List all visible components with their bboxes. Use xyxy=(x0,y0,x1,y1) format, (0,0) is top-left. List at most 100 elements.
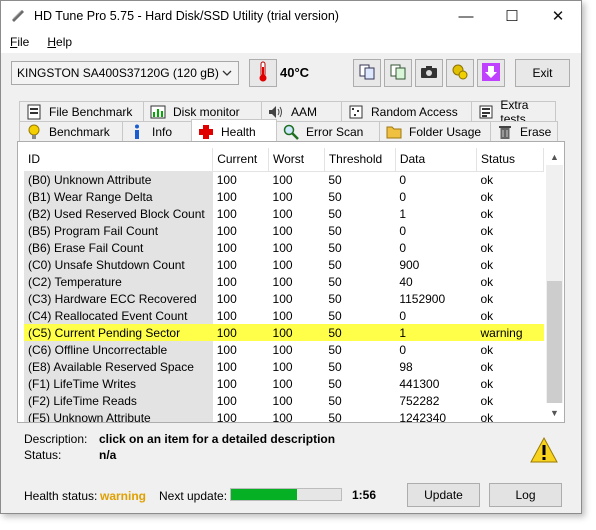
tab-file-benchmark[interactable]: File Benchmark xyxy=(19,101,144,121)
column-header-data[interactable]: Data xyxy=(395,148,478,172)
table-row[interactable]: (B6) Erase Fail Count 100 100 50 0 ok xyxy=(24,239,544,256)
table-row[interactable]: (C6) Offline Uncorrectable 100 100 50 0 ok xyxy=(24,341,544,358)
next-update-progress-fill xyxy=(231,489,297,500)
cell-worst: 100 xyxy=(272,410,293,423)
menu-file[interactable]: File xyxy=(1,35,38,49)
cell-threshold: 50 xyxy=(328,393,342,408)
temperature-readout: 40°C xyxy=(280,65,310,80)
column-header-status[interactable]: Status xyxy=(476,148,544,172)
cell-threshold: 50 xyxy=(328,308,342,323)
cell-threshold: 50 xyxy=(328,359,342,374)
tab-info[interactable]: Info xyxy=(122,121,192,141)
cell-current: 100 xyxy=(216,308,237,323)
cell-current: 100 xyxy=(216,376,237,391)
column-header-id[interactable]: ID xyxy=(24,148,214,172)
cell-current: 100 xyxy=(216,359,237,374)
cell-data: 1 xyxy=(395,324,477,341)
tab-health[interactable]: Health xyxy=(191,119,277,143)
cell-status: ok xyxy=(480,274,494,289)
minimize-button[interactable]: — xyxy=(443,1,489,31)
tab-extra-tests[interactable]: Extra tests xyxy=(471,98,556,126)
cell-worst: 100 xyxy=(272,359,293,374)
cell-id: (C6) Offline Uncorrectable xyxy=(24,341,213,358)
menu-help[interactable]: Help xyxy=(38,35,81,49)
tab-benchmark[interactable]: Benchmark xyxy=(19,121,123,141)
log-button[interactable]: Log xyxy=(489,483,562,507)
cell-data: 441300 xyxy=(399,376,440,391)
scroll-up-arrow-icon[interactable]: ▲ xyxy=(546,148,563,165)
chevron-down-icon xyxy=(222,67,232,81)
temperature-button[interactable] xyxy=(249,59,277,87)
cell-threshold: 50 xyxy=(328,274,342,289)
thermometer-icon xyxy=(256,61,270,86)
table-row[interactable]: (F2) LifeTime Reads 100 100 50 752282 ok xyxy=(24,392,544,409)
tab-error-scan[interactable]: Error Scan xyxy=(276,121,380,141)
update-button[interactable]: Update xyxy=(407,483,480,507)
cell-data: 0 xyxy=(399,308,407,323)
table-row[interactable]: (B5) Program Fail Count 100 100 50 0 ok xyxy=(24,222,544,239)
table-row[interactable]: (C3) Hardware ECC Recovered 100 100 50 11529… xyxy=(24,290,544,307)
cell-current: 100 xyxy=(216,172,237,187)
table-row[interactable]: (B1) Wear Range Delta 100 100 50 0 ok xyxy=(24,188,544,205)
options-button[interactable] xyxy=(446,59,474,87)
cell-status: ok xyxy=(480,189,494,204)
tab-file-benchmark-label: File Benchmark xyxy=(49,104,133,119)
table-row[interactable]: (F5) Unknown Attribute 100 100 50 1242340 ok xyxy=(24,409,544,423)
speaker-icon xyxy=(268,104,284,120)
cell-threshold: 50 xyxy=(328,291,342,306)
drive-select[interactable]: KINGSTON SA400S37120G (120 gB) xyxy=(11,61,239,85)
cell-status: ok xyxy=(480,223,494,238)
cell-status: ok xyxy=(480,410,494,423)
cell-data: 900 xyxy=(399,257,420,272)
tab-disk-monitor[interactable]: Disk monitor xyxy=(143,101,262,121)
cell-threshold: 50 xyxy=(328,172,342,187)
cell-current: 100 xyxy=(216,240,237,255)
camera-icon xyxy=(420,64,438,83)
table-row[interactable]: (C4) Reallocated Event Count 100 100 50 0 ok xyxy=(24,307,544,324)
cell-data: 0 xyxy=(399,342,407,357)
copy-all-button[interactable] xyxy=(384,59,412,87)
cell-status: ok xyxy=(480,393,494,408)
copy-info-button[interactable] xyxy=(353,59,381,87)
tab-folder-usage[interactable]: Folder Usage xyxy=(379,121,491,141)
smart-attributes-panel: ID Current Worst Threshold Data Status (… xyxy=(17,141,565,423)
tab-erase[interactable]: Erase xyxy=(490,121,558,141)
maximize-icon: ☐ xyxy=(505,8,519,25)
table-header-row: ID Current Worst Threshold Data Status xyxy=(24,148,544,172)
table-row[interactable]: (C0) Unsafe Shutdown Count 100 100 50 900 ok xyxy=(24,256,544,273)
table-row[interactable]: (B0) Unknown Attribute 100 100 50 0 ok xyxy=(24,171,544,188)
description-label: Description: xyxy=(24,432,88,446)
cell-status: ok xyxy=(480,206,494,221)
scroll-down-arrow-icon[interactable]: ▼ xyxy=(546,404,563,421)
scrollbar-thumb[interactable] xyxy=(547,281,562,403)
cell-id: (C3) Hardware ECC Recovered xyxy=(24,290,213,307)
tab-random-access[interactable]: Random Access xyxy=(341,101,472,121)
table-row[interactable]: (C2) Temperature 100 100 50 40 ok xyxy=(24,273,544,290)
screenshot-button[interactable] xyxy=(415,59,443,87)
cell-data: 0 xyxy=(399,189,407,204)
column-header-current[interactable]: Current xyxy=(212,148,270,172)
close-button[interactable]: ✕ xyxy=(535,1,581,31)
exit-button[interactable]: Exit xyxy=(515,59,570,87)
table-row[interactable]: (F1) LifeTime Writes 100 100 50 441300 ok xyxy=(24,375,544,392)
table-row[interactable]: (B2) Used Reserved Block Count 100 100 50 1 o… xyxy=(24,205,544,222)
cell-data: 1242340 xyxy=(399,410,447,423)
table-row[interactable]: (E8) Available Reserved Space 100 100 50 98 o… xyxy=(24,358,544,375)
tabs-top-row: File Benchmark Disk monitor AAM Random A… xyxy=(19,98,556,126)
title-bar[interactable]: HD Tune Pro 5.75 - Hard Disk/SSD Utility… xyxy=(1,1,581,31)
column-header-threshold[interactable]: Threshold xyxy=(324,148,396,172)
smart-table: ID Current Worst Threshold Data Status (… xyxy=(24,148,544,423)
cell-worst: 100 xyxy=(268,324,325,341)
exit-button-label: Exit xyxy=(532,66,553,80)
cell-id: (F2) LifeTime Reads xyxy=(24,392,213,409)
cell-worst: 100 xyxy=(272,206,293,221)
tab-aam[interactable]: AAM xyxy=(261,101,342,121)
status-label: Status: xyxy=(24,448,62,462)
file-benchmark-icon xyxy=(26,104,42,120)
table-row[interactable]: (C5) Current Pending Sector 100 100 50 1 warn… xyxy=(24,324,544,341)
cell-status: ok xyxy=(480,240,494,255)
warning-icon xyxy=(529,436,559,467)
download-button[interactable] xyxy=(477,59,505,87)
maximize-button[interactable]: ☐ xyxy=(489,1,535,31)
column-header-worst[interactable]: Worst xyxy=(268,148,325,172)
